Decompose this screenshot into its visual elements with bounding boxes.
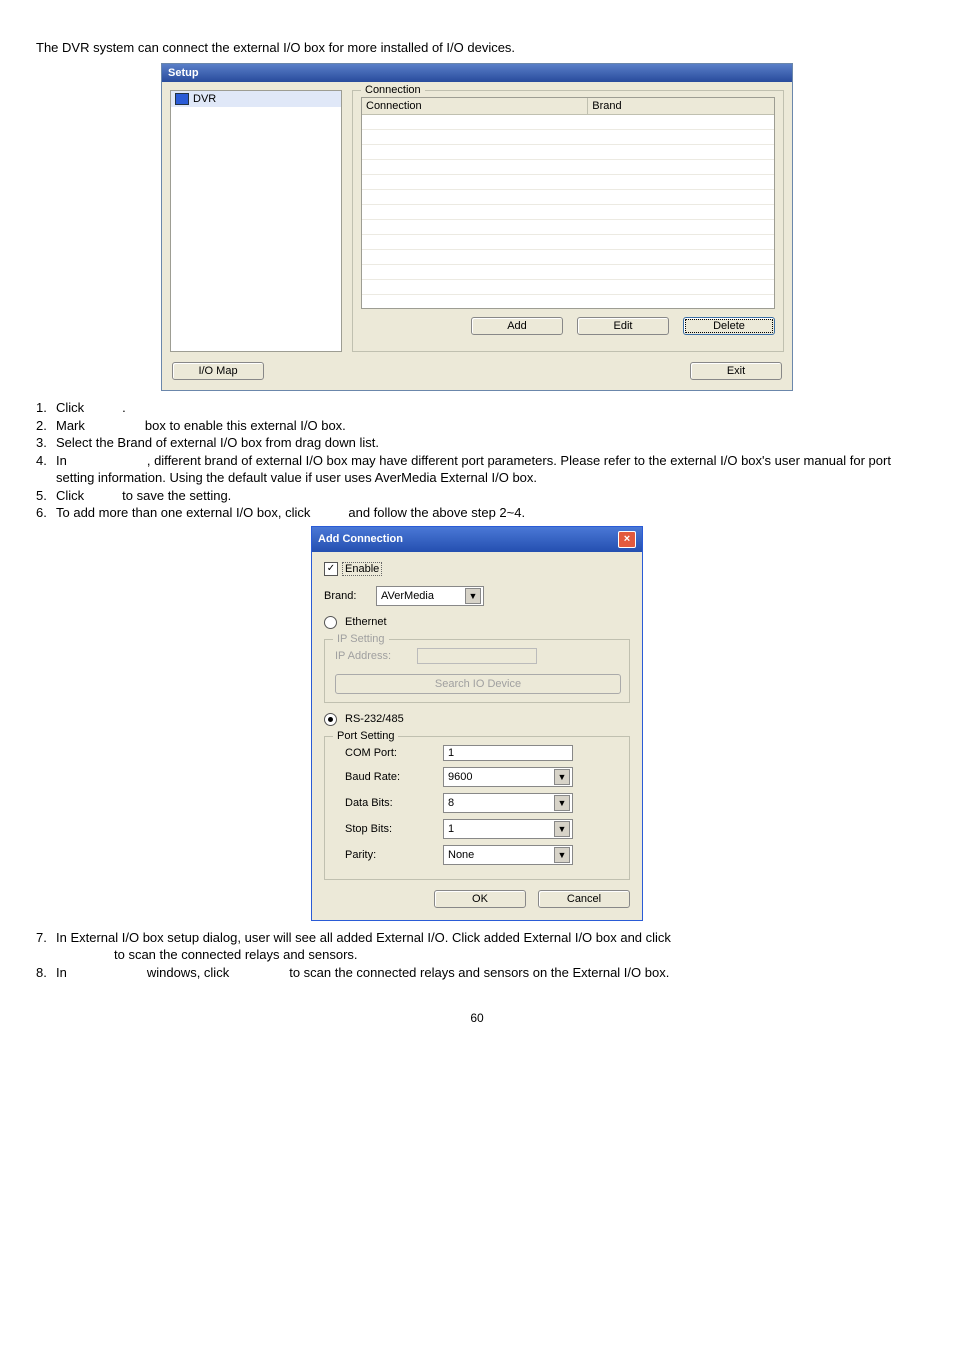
table-row[interactable] bbox=[362, 115, 774, 130]
table-row[interactable] bbox=[362, 160, 774, 175]
connection-grid[interactable]: Connection Brand bbox=[361, 97, 775, 309]
baud-rate-label: Baud Rate: bbox=[335, 771, 435, 783]
table-row[interactable] bbox=[362, 205, 774, 220]
edit-button[interactable]: Edit bbox=[577, 317, 669, 335]
data-bits-select[interactable]: 8 ▼ bbox=[443, 793, 573, 813]
search-io-device-button: Search IO Device bbox=[335, 674, 621, 694]
baud-rate-select[interactable]: 9600 ▼ bbox=[443, 767, 573, 787]
table-row[interactable] bbox=[362, 190, 774, 205]
table-row[interactable] bbox=[362, 280, 774, 295]
ip-setting-legend: IP Setting bbox=[333, 633, 389, 645]
setup-titlebar: Setup bbox=[162, 64, 792, 82]
instructions-block-2: 7. In External I/O box setup dialog, use… bbox=[36, 929, 918, 982]
chevron-down-icon[interactable]: ▼ bbox=[554, 847, 570, 863]
connection-fieldset: Connection Connection Brand bbox=[352, 90, 784, 352]
parity-select[interactable]: None ▼ bbox=[443, 845, 573, 865]
table-row[interactable] bbox=[362, 265, 774, 280]
com-port-label: COM Port: bbox=[335, 747, 435, 759]
ethernet-radio[interactable] bbox=[324, 616, 337, 629]
ip-address-input bbox=[417, 648, 537, 664]
port-setting-legend: Port Setting bbox=[333, 730, 398, 742]
add-title: Add Connection bbox=[318, 533, 403, 545]
rs232-radio[interactable] bbox=[324, 713, 337, 726]
brand-select[interactable]: AVerMedia ▼ bbox=[376, 586, 484, 606]
list-number: 1. bbox=[36, 399, 56, 417]
brand-label: Brand: bbox=[324, 590, 368, 602]
connection-legend: Connection bbox=[361, 84, 425, 96]
stop-bits-value: 1 bbox=[448, 823, 454, 835]
data-bits-value: 8 bbox=[448, 797, 454, 809]
step-4: In, different brand of external I/O box … bbox=[56, 452, 918, 487]
baud-rate-value: 9600 bbox=[448, 771, 472, 783]
stop-bits-label: Stop Bits: bbox=[335, 823, 435, 835]
instructions-block-1: 1. Click. 2. Markbox to enable this exte… bbox=[36, 399, 918, 522]
ethernet-label: Ethernet bbox=[345, 616, 387, 628]
cancel-button[interactable]: Cancel bbox=[538, 890, 630, 908]
delete-button[interactable]: Delete bbox=[683, 317, 775, 335]
list-number: 3. bbox=[36, 434, 56, 452]
data-bits-label: Data Bits: bbox=[335, 797, 435, 809]
com-port-input[interactable]: 1 bbox=[443, 745, 573, 761]
add-connection-dialog: Add Connection × Enable Brand: AVerMedia… bbox=[311, 526, 643, 921]
parity-label: Parity: bbox=[335, 849, 435, 861]
step-8: Inwindows, clickto scan the connected re… bbox=[56, 964, 918, 982]
table-row[interactable] bbox=[362, 235, 774, 250]
setup-window: Setup DVR Connection Connection Brand bbox=[161, 63, 793, 391]
io-map-button[interactable]: I/O Map bbox=[172, 362, 264, 380]
chevron-down-icon[interactable]: ▼ bbox=[554, 821, 570, 837]
step-1: Click. bbox=[56, 399, 918, 417]
step-7: In External I/O box setup dialog, user w… bbox=[56, 929, 918, 964]
enable-label: Enable bbox=[342, 562, 382, 576]
enable-checkbox[interactable] bbox=[324, 562, 338, 576]
step-5: Clickto save the setting. bbox=[56, 487, 918, 505]
rs232-label: RS-232/485 bbox=[345, 713, 404, 725]
chevron-down-icon[interactable]: ▼ bbox=[554, 795, 570, 811]
port-setting-fieldset: Port Setting COM Port: 1 Baud Rate: 9600… bbox=[324, 736, 630, 880]
step-2: Markbox to enable this external I/O box. bbox=[56, 417, 918, 435]
grid-header-connection[interactable]: Connection bbox=[362, 98, 588, 114]
tree-pane[interactable]: DVR bbox=[170, 90, 342, 352]
ok-button[interactable]: OK bbox=[434, 890, 526, 908]
table-row[interactable] bbox=[362, 145, 774, 160]
list-number: 7. bbox=[36, 929, 56, 964]
table-row[interactable] bbox=[362, 250, 774, 265]
add-button[interactable]: Add bbox=[471, 317, 563, 335]
intro-text: The DVR system can connect the external … bbox=[36, 40, 918, 55]
step-3: Select the Brand of external I/O box fro… bbox=[56, 434, 918, 452]
exit-button[interactable]: Exit bbox=[690, 362, 782, 380]
tree-item-dvr[interactable]: DVR bbox=[171, 91, 341, 107]
list-number: 4. bbox=[36, 452, 56, 487]
stop-bits-select[interactable]: 1 ▼ bbox=[443, 819, 573, 839]
chevron-down-icon[interactable]: ▼ bbox=[554, 769, 570, 785]
step-6: To add more than one external I/O box, c… bbox=[56, 504, 918, 522]
ip-address-label: IP Address: bbox=[335, 650, 409, 662]
list-number: 5. bbox=[36, 487, 56, 505]
dvr-icon bbox=[175, 93, 189, 105]
list-number: 6. bbox=[36, 504, 56, 522]
parity-value: None bbox=[448, 849, 474, 861]
page-number: 60 bbox=[36, 1011, 918, 1025]
list-number: 2. bbox=[36, 417, 56, 435]
close-icon[interactable]: × bbox=[618, 531, 636, 548]
chevron-down-icon[interactable]: ▼ bbox=[465, 588, 481, 604]
list-number: 8. bbox=[36, 964, 56, 982]
tree-item-label: DVR bbox=[193, 93, 216, 105]
table-row[interactable] bbox=[362, 130, 774, 145]
brand-select-value: AVerMedia bbox=[381, 590, 434, 602]
grid-header-brand[interactable]: Brand bbox=[588, 98, 774, 114]
table-row[interactable] bbox=[362, 220, 774, 235]
ip-setting-fieldset: IP Setting IP Address: Search IO Device bbox=[324, 639, 630, 703]
table-row[interactable] bbox=[362, 175, 774, 190]
add-titlebar: Add Connection × bbox=[312, 527, 642, 552]
